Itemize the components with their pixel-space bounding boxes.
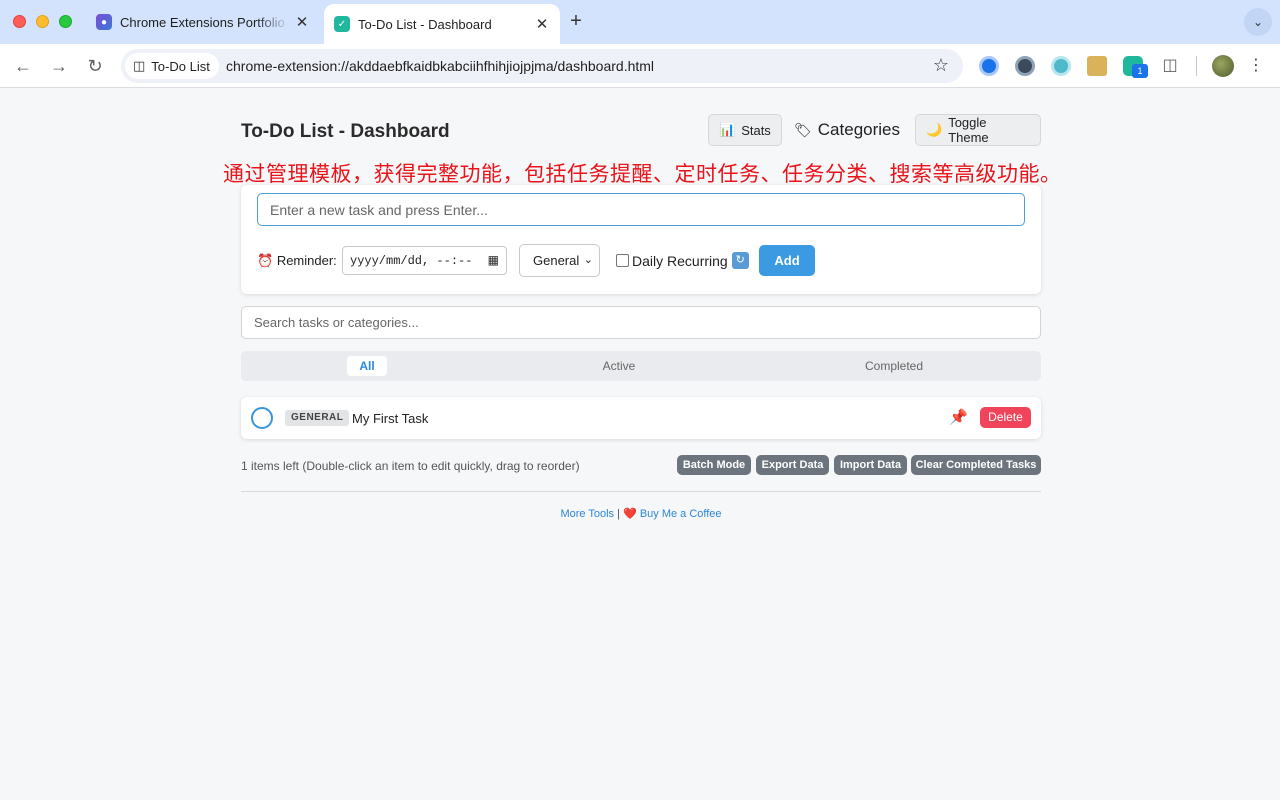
export-data-button[interactable]: Export Data xyxy=(756,455,829,475)
minimize-window-button[interactable] xyxy=(36,15,49,28)
task-text[interactable]: My First Task xyxy=(352,411,428,426)
footer-divider xyxy=(241,491,1041,492)
extensions-puzzle-icon[interactable]: ◫ xyxy=(1156,52,1184,80)
search-extension-icon: ● xyxy=(96,14,112,30)
extension-search-icon[interactable] xyxy=(979,56,999,76)
back-arrow-icon[interactable]: ← xyxy=(9,52,37,80)
alarm-clock-icon: ⏰ xyxy=(257,253,274,268)
task-complete-toggle[interactable] xyxy=(251,407,273,429)
items-left-text: 1 items left (Double-click an item to ed… xyxy=(241,459,580,473)
datetime-placeholder: yyyy/mm/dd, --:-- xyxy=(350,253,473,268)
daily-recurring-label: Daily Recurring xyxy=(632,252,728,269)
delete-task-button[interactable]: Delete xyxy=(980,407,1031,428)
extension-pencil-icon[interactable] xyxy=(1087,56,1107,76)
batch-mode-button[interactable]: Batch Mode xyxy=(677,455,751,475)
url-text[interactable]: chrome-extension://akddaebfkaidbkabciihf… xyxy=(226,58,654,74)
close-icon[interactable]: ✕ xyxy=(530,15,554,33)
reminder-label: ⏰ Reminder: xyxy=(257,253,337,268)
chevron-down-icon: ⌄ xyxy=(583,254,593,266)
bar-chart-icon: 📊 xyxy=(719,122,736,137)
category-select[interactable]: General ⌄ xyxy=(519,244,600,277)
search-input[interactable] xyxy=(241,306,1041,339)
tab-active[interactable]: Active xyxy=(594,356,644,376)
new-tab-button[interactable]: + xyxy=(566,10,586,34)
categories-label: Categories xyxy=(817,120,900,139)
buy-me-a-coffee-link[interactable]: Buy Me a Coffee xyxy=(640,508,722,520)
tab-chrome-extensions-portfolio[interactable]: ● Chrome Extensions Portfolio | ✕ xyxy=(86,6,320,38)
moon-icon: 🌙 xyxy=(926,122,943,137)
tab-title: Chrome Extensions Portfolio | xyxy=(120,14,290,30)
tab-search-button[interactable]: ⌄ xyxy=(1244,8,1272,36)
footer-separator: | xyxy=(617,508,620,520)
tab-completed[interactable]: Completed xyxy=(859,356,929,376)
daily-recurring-toggle[interactable]: Daily Recurring ↻ xyxy=(616,252,749,269)
more-tools-link[interactable]: More Tools xyxy=(560,508,614,520)
page-title: To-Do List - Dashboard xyxy=(241,121,450,142)
profile-avatar[interactable] xyxy=(1212,55,1234,77)
reminder-datetime-input[interactable]: yyyy/mm/dd, --:-- ▦ xyxy=(342,246,507,275)
tab-todo-dashboard[interactable]: ✓ To-Do List - Dashboard ✕ xyxy=(324,4,560,44)
extension-badge: 1 xyxy=(1132,64,1148,78)
heart-icon: ❤️ xyxy=(623,508,637,520)
daily-recurring-checkbox[interactable] xyxy=(616,254,629,267)
toggle-theme-label: Toggle Theme xyxy=(948,115,989,145)
stats-label: Stats xyxy=(741,122,771,138)
more-menu-icon[interactable]: ⋮ xyxy=(1246,54,1266,78)
clear-completed-button[interactable]: Clear Completed Tasks xyxy=(911,455,1041,475)
address-bar[interactable]: ◫ To-Do List chrome-extension://akddaebf… xyxy=(121,49,963,83)
repeat-icon: ↻ xyxy=(731,252,749,269)
categories-button[interactable]: 🏷 Categories xyxy=(794,120,900,140)
todo-check-icon: ✓ xyxy=(334,16,350,32)
category-select-value: General xyxy=(533,253,580,268)
tab-strip: ● Chrome Extensions Portfolio | ✕ ✓ To-D… xyxy=(0,0,1280,44)
site-info-chip[interactable]: ◫ To-Do List xyxy=(125,53,219,79)
promo-banner: 通过管理模板，获得完整功能，包括任务提醒、定时任务、任务分类、搜索等高级功能。 xyxy=(223,163,1062,186)
stats-button[interactable]: 📊 Stats xyxy=(708,114,782,146)
tag-icon: 🏷 xyxy=(794,121,812,138)
extension-puzzle-icon: ◫ xyxy=(133,58,146,73)
calendar-icon[interactable]: ▦ xyxy=(488,253,499,268)
forward-arrow-icon[interactable]: → xyxy=(45,52,73,80)
tab-title: To-Do List - Dashboard xyxy=(358,16,492,32)
task-item[interactable]: GENERAL My First Task 📌 Delete xyxy=(241,397,1041,439)
import-data-button[interactable]: Import Data xyxy=(834,455,907,475)
close-window-button[interactable] xyxy=(13,15,26,28)
extension-c-icon[interactable] xyxy=(1051,56,1071,76)
new-task-input[interactable] xyxy=(257,193,1025,226)
pin-icon[interactable]: 📌 xyxy=(949,408,968,426)
filter-tabs: All Active Completed xyxy=(241,351,1041,381)
reload-icon[interactable]: ↻ xyxy=(81,52,109,80)
add-task-card: ⏰ Reminder: yyyy/mm/dd, --:-- ▦ General … xyxy=(241,185,1041,294)
browser-toolbar: ← → ↻ ◫ To-Do List chrome-extension://ak… xyxy=(0,44,1280,88)
close-icon[interactable]: ✕ xyxy=(290,13,314,31)
site-chip-label: To-Do List xyxy=(151,58,210,74)
maximize-window-button[interactable] xyxy=(59,15,72,28)
toggle-theme-button[interactable]: 🌙 Toggle Theme xyxy=(915,114,1041,146)
tab-all[interactable]: All xyxy=(347,356,387,376)
add-task-button[interactable]: Add xyxy=(759,245,815,276)
extension-magnifier-icon[interactable] xyxy=(1015,56,1035,76)
page-footer: More Tools | ❤️ Buy Me a Coffee xyxy=(0,507,1280,520)
category-tag: GENERAL xyxy=(285,410,350,426)
bookmark-star-icon[interactable]: ☆ xyxy=(933,55,949,76)
toolbar-divider xyxy=(1196,56,1197,76)
